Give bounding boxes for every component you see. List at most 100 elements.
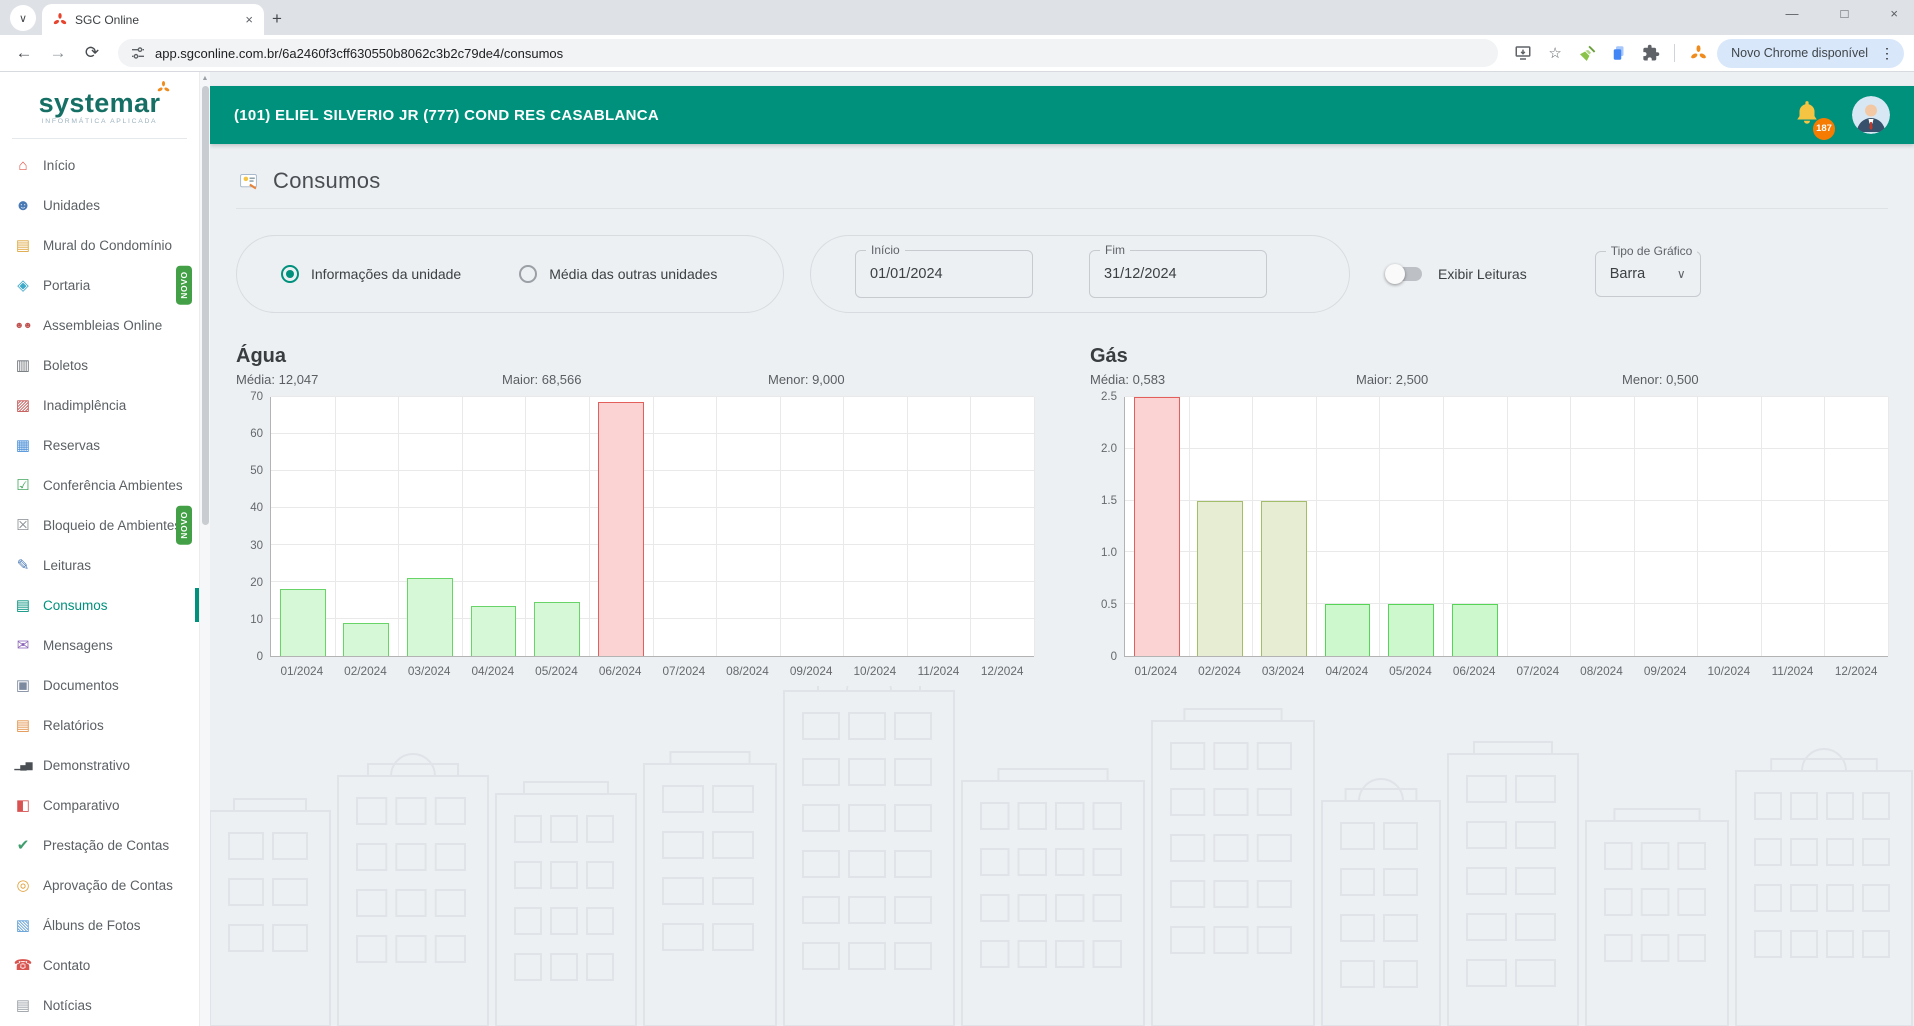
- sidebar-item-inadimplencia[interactable]: ▨ Inadimplência: [0, 385, 199, 425]
- sidebar-item-leituras[interactable]: ✎ Leituras: [0, 545, 199, 585]
- sidebar-item-label: Boletos: [43, 357, 89, 373]
- gridline-v: [588, 397, 590, 656]
- sidebar-item-unidades[interactable]: ☻ Unidades: [0, 185, 199, 225]
- x-axis-labels: 01/2024 02/2024 03/2024 04/2024 05/2024 06/20…: [1124, 664, 1888, 678]
- calendar-block-icon: ☒: [16, 517, 30, 534]
- new-chrome-available-button[interactable]: Novo Chrome disponível ⋮: [1717, 38, 1904, 68]
- notifications-button[interactable]: 187: [1792, 98, 1835, 140]
- sidebar-item-label: Início: [43, 157, 76, 173]
- novo-badge: NOVO: [176, 265, 192, 305]
- exibir-leituras-toggle[interactable]: [1385, 264, 1422, 284]
- reload-button[interactable]: ⟳: [78, 43, 106, 63]
- install-app-icon[interactable]: [1510, 40, 1536, 66]
- sidebar-item-label: Portaria: [43, 277, 91, 293]
- sidebar-item-portaria[interactable]: ◈ Portaria NOVO: [0, 265, 199, 305]
- new-chrome-label: Novo Chrome disponível: [1731, 46, 1868, 60]
- browser-window: ∨ SGC Online × + — □ × ← → ⟳ app.sgconli…: [0, 0, 1914, 1026]
- sidebar-item-label: Relatórios: [43, 717, 104, 733]
- page-head: Consumos: [236, 144, 1888, 209]
- browser-menu-icon[interactable]: ⋮: [1874, 45, 1900, 62]
- sidebar-item-relatorios[interactable]: ▤ Relatórios: [0, 705, 199, 745]
- sidebar-item-boletos[interactable]: ▥ Boletos: [0, 345, 199, 385]
- sidebar-scrollbar-thumb[interactable]: [202, 86, 209, 525]
- bar-04/2024: [470, 606, 517, 656]
- browser-tab[interactable]: SGC Online ×: [42, 4, 264, 35]
- window-close-icon[interactable]: ×: [1884, 6, 1904, 21]
- x-tick-label: 10/2024: [1707, 664, 1751, 678]
- bar-01/2024: [279, 589, 326, 656]
- scrollbar-up-icon[interactable]: ▲: [200, 72, 210, 82]
- x-tick-label: 11/2024: [1771, 664, 1814, 678]
- y-tick-label: 40: [250, 502, 263, 515]
- clipboard-extension-icon[interactable]: [1606, 40, 1632, 66]
- y-tick-label: 1.5: [1101, 495, 1117, 507]
- new-tab-button[interactable]: +: [272, 9, 282, 29]
- sidebar-scrollbar[interactable]: ▲: [199, 72, 210, 1026]
- radio-informacoes-da-unidade[interactable]: Informações da unidade: [281, 265, 461, 283]
- site-settings-icon[interactable]: [130, 45, 146, 61]
- x-tick-label: 10/2024: [853, 664, 897, 678]
- bar-05/2024: [1388, 604, 1434, 656]
- gridline-v: [1252, 397, 1254, 656]
- gridline-v: [1034, 397, 1035, 656]
- x-tick-label: 04/2024: [471, 664, 515, 678]
- gridline-v: [779, 397, 781, 656]
- sidebar-item-assembleias-online[interactable]: ☻☻ Assembleias Online: [0, 305, 199, 345]
- sidebar-item-label: Comparativo: [43, 797, 120, 813]
- bookmark-star-icon[interactable]: ☆: [1542, 40, 1568, 66]
- sidebar-item-contato[interactable]: ☎ Contato: [0, 945, 199, 985]
- sidebar-item-inicio[interactable]: ⌂ Início: [0, 145, 199, 185]
- app-root: systemar INFORMÁTICA APLICADA ⌂ Início ☻ Un…: [0, 72, 1914, 1026]
- gridline-v: [1760, 397, 1762, 656]
- calendar-check-icon: ☑: [16, 477, 30, 494]
- gridline-v: [1570, 397, 1572, 656]
- sidebar-item-noticias[interactable]: ▤ Notícias: [0, 985, 199, 1025]
- sidebar-item-aprovacao-de-contas[interactable]: ◎ Aprovação de Contas: [0, 865, 199, 905]
- sidebar-item-label: Consumos: [43, 597, 108, 613]
- sidebar-item-consumos[interactable]: ▤ Consumos: [0, 585, 199, 625]
- extensions-puzzle-icon[interactable]: [1638, 40, 1664, 66]
- sidebar-item-comparativo[interactable]: ◧ Comparativo: [0, 785, 199, 825]
- sidebar-item-albuns-de-fotos[interactable]: ▧ Álbuns de Fotos: [0, 905, 199, 945]
- sidebar-item-mural-do-condominio[interactable]: ▤ Mural do Condomínio: [0, 225, 199, 265]
- window-minimize-icon[interactable]: —: [1780, 6, 1805, 21]
- forward-button[interactable]: →: [44, 43, 72, 63]
- radio-media-das-outras-unidades[interactable]: Média das outras unidades: [519, 265, 717, 283]
- x-tick-label: 02/2024: [1198, 664, 1241, 678]
- url-text[interactable]: app.sgconline.com.br/6a2460f3cff630550b8…: [155, 46, 1486, 61]
- back-button[interactable]: ←: [10, 43, 38, 63]
- people-icon: ☻☻: [14, 320, 33, 330]
- consumos-page: Consumos Informações da unidade Média da…: [210, 144, 1914, 678]
- end-date-field[interactable]: Fim 31/12/2024: [1089, 243, 1267, 298]
- x-tick-label: 03/2024: [1261, 664, 1305, 678]
- start-date-field[interactable]: Início 01/01/2024: [855, 243, 1033, 298]
- brand-pinwheel-icon[interactable]: [1685, 40, 1711, 66]
- readings-icon: ✎: [16, 557, 30, 574]
- bar-06/2024: [597, 402, 644, 656]
- sidebar-item-reservas[interactable]: ▦ Reservas: [0, 425, 199, 465]
- documents-icon: ▣: [15, 677, 31, 694]
- bar-03/2024: [1261, 500, 1307, 656]
- user-avatar[interactable]: [1852, 96, 1890, 134]
- x-tick-label: 05/2024: [1389, 664, 1432, 678]
- sidebar-item-conferencia-ambientes[interactable]: ☑ Conferência Ambientes: [0, 465, 199, 505]
- x-tick-label: 09/2024: [789, 664, 833, 678]
- window-controls: — □ ×: [1780, 6, 1904, 21]
- window-restore-icon[interactable]: □: [1835, 6, 1855, 21]
- chart-type-select[interactable]: Tipo de Gráfico Barra ∨: [1594, 244, 1701, 297]
- address-bar[interactable]: app.sgconline.com.br/6a2460f3cff630550b8…: [118, 39, 1499, 67]
- sidebar-item-demonstrativo[interactable]: ▁▄▆ Demonstrativo: [0, 745, 199, 785]
- chart-gas: Gás Média: 0,583 Maior: 2,500 Menor: 0,500 0…: [1090, 345, 1889, 678]
- tab-search-button[interactable]: ∨: [10, 5, 36, 31]
- sidebar-item-bloqueio-de-ambientes[interactable]: ☒ Bloqueio de Ambientes NOVO: [0, 505, 199, 545]
- cleaner-extension-icon[interactable]: [1574, 40, 1600, 66]
- logo-star-icon: [156, 80, 171, 100]
- tab-close-icon[interactable]: ×: [242, 12, 256, 27]
- x-tick-label: 09/2024: [1643, 664, 1687, 678]
- sidebar-item-mensagens[interactable]: ✉ Mensagens: [0, 625, 199, 665]
- sidebar-item-prestacao-de-contas[interactable]: ✔ Prestação de Contas: [0, 825, 199, 865]
- gridline-v: [1888, 397, 1889, 656]
- gridline-v: [1379, 397, 1381, 656]
- logo-divider: [12, 138, 187, 139]
- sidebar-item-documentos[interactable]: ▣ Documentos: [0, 665, 199, 705]
